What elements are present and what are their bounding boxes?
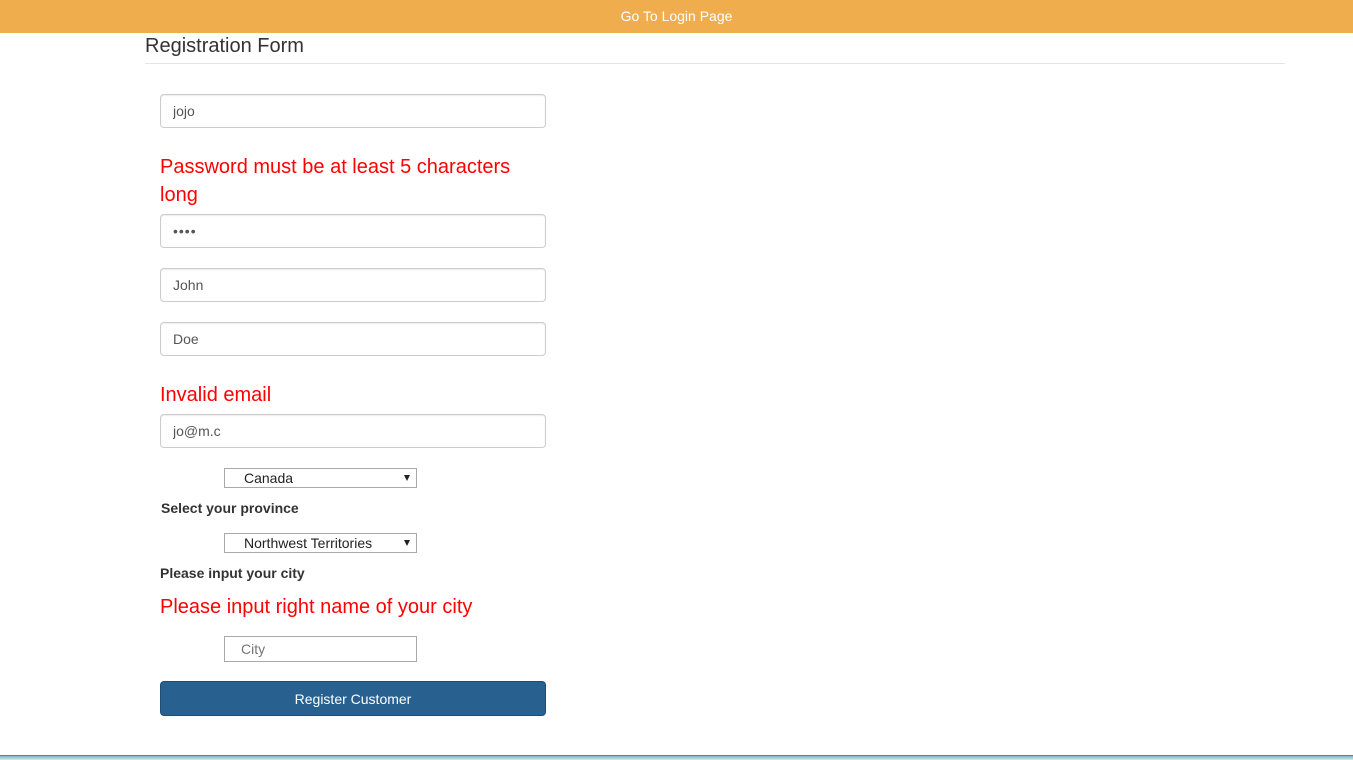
password-error-message: Password must be at least 5 characters l… — [160, 156, 511, 206]
email-input[interactable] — [160, 414, 546, 448]
email-error-message: Invalid email — [160, 384, 272, 406]
city-label: Please input your city — [160, 565, 305, 581]
username-input[interactable] — [160, 94, 546, 128]
title-divider — [145, 63, 1285, 64]
chevron-down-icon — [404, 540, 410, 546]
top-nav-bar: Go To Login Page — [0, 0, 1353, 33]
province-label: Select your province — [161, 500, 299, 516]
page-title: Registration Form — [145, 35, 304, 57]
city-error-message: Please input right name of your city — [160, 596, 473, 618]
register-customer-button[interactable]: Register Customer — [160, 681, 546, 716]
go-to-login-link[interactable]: Go To Login Page — [621, 8, 733, 24]
last-name-input[interactable] — [160, 322, 546, 356]
chevron-down-icon — [404, 475, 410, 481]
country-selected-value: Canada — [244, 470, 294, 486]
city-input[interactable] — [224, 636, 417, 662]
province-selected-value: Northwest Territories — [244, 535, 373, 551]
password-input[interactable] — [160, 214, 546, 248]
country-select[interactable]: Canada — [224, 468, 417, 488]
province-select[interactable]: Northwest Territories — [224, 533, 417, 553]
bottom-taskbar-edge — [0, 755, 1353, 760]
first-name-input[interactable] — [160, 268, 546, 302]
